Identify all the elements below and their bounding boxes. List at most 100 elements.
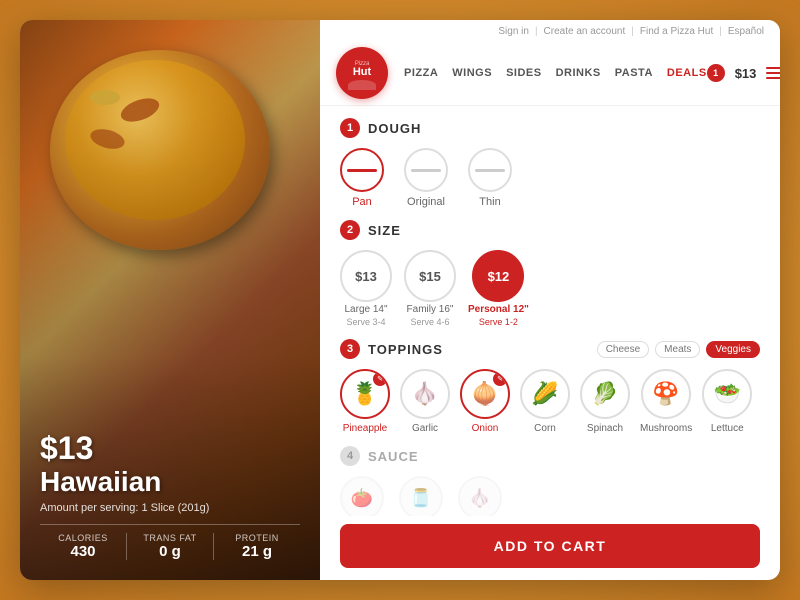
top-links: Sign in | Create an account | Find a Piz… [336,20,764,41]
nav-sides[interactable]: SIDES [506,67,542,79]
size-header: 2 SIZE [340,220,760,240]
pencil-icon: ✎ [377,375,383,383]
topping-garlic[interactable]: 🧄 Garlic [400,369,450,434]
topping-onion-label: Onion [472,423,499,434]
size-options: $13 Large 14" Serve 3-4 $15 Family 16" S… [340,250,760,327]
topping-onion-edit: ✎ [493,372,507,386]
size-large[interactable]: $13 Large 14" Serve 3-4 [340,250,392,327]
hamburger-menu[interactable] [766,67,780,79]
sauce-icon-1: 🍅 [351,488,373,509]
topping-corn[interactable]: 🌽 Corn [520,369,570,434]
size-large-price: $13 [355,269,377,284]
sauce-icon-2: 🫙 [410,488,432,509]
left-panel: $13 Hawaiian Amount per serving: 1 Slice… [20,20,320,580]
dough-section: 1 DOUGH Pan [340,118,760,208]
content-area: 1 DOUGH Pan [320,106,780,516]
nutrition-row: CALORIES 430 TRANS FAT 0 g PROTEIN 21 g [40,524,300,560]
sauce-option-1[interactable]: 🍅 [340,476,384,516]
topping-corn-icon: 🌽 [531,381,558,407]
topping-spinach[interactable]: 🥬 Spinach [580,369,630,434]
topping-pineapple-edit: ✎ [373,372,387,386]
topping-spinach-circle: 🥬 [580,369,630,419]
create-account-link[interactable]: Create an account [544,26,626,37]
size-family-circle: $15 [404,250,456,302]
pencil-icon-2: ✎ [497,375,503,383]
nav-wings[interactable]: WINGS [452,67,492,79]
size-family[interactable]: $15 Family 16" Serve 4-6 [404,250,456,327]
toppings-grid: ✎ 🍍 Pineapple 🧄 Garlic [340,369,760,434]
dough-pan-label: Pan [352,196,372,208]
topping-mushrooms-circle: 🍄 [641,369,691,419]
dough-number: 1 [340,118,360,138]
app-container: $13 Hawaiian Amount per serving: 1 Slice… [0,0,800,600]
size-number: 2 [340,220,360,240]
nav-pizza[interactable]: PIZZA [404,67,438,79]
filter-veggies[interactable]: Veggies [706,341,760,358]
sauce-header: 4 SAUCE [340,446,760,466]
size-personal-circle: $12 [472,250,524,302]
topping-pineapple-label: Pineapple [343,423,387,434]
topping-spinach-label: Spinach [587,423,623,434]
size-personal-price: $12 [488,269,510,284]
topping-pineapple-circle: ✎ 🍍 [340,369,390,419]
dough-title: DOUGH [368,121,421,136]
dough-thin[interactable]: Thin [468,148,512,208]
right-panel: Sign in | Create an account | Find a Piz… [320,20,780,580]
dough-pan[interactable]: Pan [340,148,384,208]
size-personal-name: Personal 12" [468,304,529,315]
dough-original[interactable]: Original [404,148,448,208]
size-title: SIZE [368,223,401,238]
topping-pineapple-icon: 🍍 [351,381,378,407]
dough-original-label: Original [407,196,445,208]
dough-thin-icon [475,169,505,172]
dough-original-circle [404,148,448,192]
main-nav: Pizza Hut PIZZA WINGS SIDES DRINKS PASTA… [336,41,764,105]
topping-mushrooms[interactable]: 🍄 Mushrooms [640,369,692,434]
toppings-number: 3 [340,339,360,359]
filter-cheese[interactable]: Cheese [597,341,649,358]
transfat-label: TRANS FAT [127,533,213,543]
topping-garlic-icon: 🧄 [411,381,438,407]
nav-drinks[interactable]: DRINKS [556,67,601,79]
topping-corn-circle: 🌽 [520,369,570,419]
nav-deals[interactable]: DEALS [667,67,707,79]
top-nav: Sign in | Create an account | Find a Piz… [320,20,780,106]
sauce-option-3[interactable]: 🧄 [458,476,502,516]
hamburger-line-3 [766,77,780,79]
topping-pineapple[interactable]: ✎ 🍍 Pineapple [340,369,390,434]
find-hut-link[interactable]: Find a Pizza Hut [640,26,713,37]
dough-pan-icon [347,169,377,172]
topping-spinach-icon: 🥬 [591,381,618,407]
filter-meats[interactable]: Meats [655,341,700,358]
toppings-section: 3 TOPPINGS Cheese Meats Veggies ✎ [340,339,760,434]
sauce-option-2[interactable]: 🫙 [399,476,443,516]
dough-thin-circle [468,148,512,192]
sauce-options: 🍅 🫙 🧄 [340,476,760,516]
pizza-name: Hawaiian [40,467,300,498]
cart-count-badge[interactable]: 1 [707,64,725,82]
topping-lettuce-icon: 🥗 [714,381,741,407]
espanol-link[interactable]: Español [728,26,764,37]
topping-onion[interactable]: ✎ 🧅 Onion [460,369,510,434]
nav-pasta[interactable]: PASTA [615,67,653,79]
topping-lettuce-circle: 🥗 [702,369,752,419]
topping-lettuce-label: Lettuce [711,423,744,434]
toppings-header: 3 TOPPINGS Cheese Meats Veggies [340,339,760,359]
add-to-cart-button[interactable]: ADD TO CART [340,524,760,568]
main-card: $13 Hawaiian Amount per serving: 1 Slice… [20,20,780,580]
dough-options: Pan Original Thin [340,148,760,208]
nutrition-transfat: TRANS FAT 0 g [127,533,214,560]
nutrition-protein: PROTEIN 21 g [214,533,300,560]
sep2: | [631,26,634,37]
logo-circle: Pizza Hut [336,47,388,99]
nav-links: PIZZA WINGS SIDES DRINKS PASTA DEALS [404,67,707,79]
toppings-header-left: 3 TOPPINGS [340,339,443,359]
signin-link[interactable]: Sign in [498,26,529,37]
topping-lettuce[interactable]: 🥗 Lettuce [702,369,752,434]
topping-onion-circle: ✎ 🧅 [460,369,510,419]
cart-price[interactable]: $13 [735,66,757,81]
toppings-title: TOPPINGS [368,342,443,357]
size-personal[interactable]: $12 Personal 12" Serve 1-2 [468,250,529,327]
dough-original-icon [411,169,441,172]
dough-header: 1 DOUGH [340,118,760,138]
